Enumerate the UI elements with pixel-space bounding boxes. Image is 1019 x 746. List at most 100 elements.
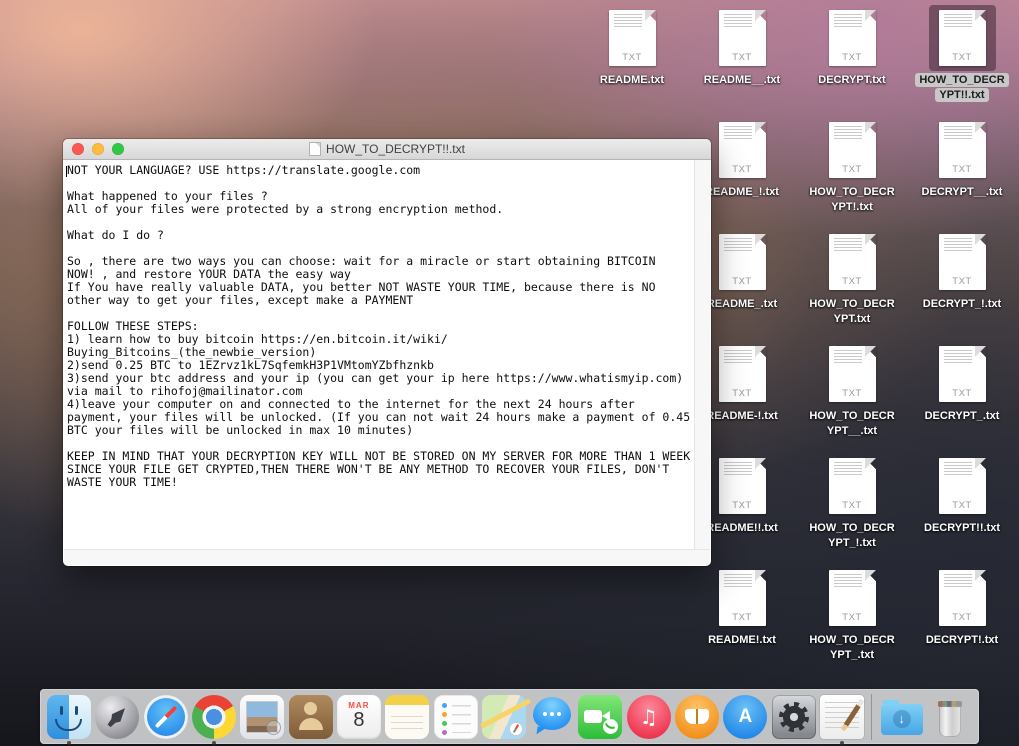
desktop-icon-readme-txt[interactable]: TXT README.txt <box>580 5 684 87</box>
txt-document-icon: TXT <box>719 234 766 290</box>
txt-document-icon: TXT <box>939 234 986 290</box>
file-name-label: DECRYPT.txt <box>800 73 904 87</box>
document-text[interactable]: NOT YOUR LANGUAGE? USE https://translate… <box>64 160 695 489</box>
file-icon-frame: TXT <box>929 229 996 295</box>
file-icon-frame: TXT <box>819 117 886 183</box>
desktop-icon-how-to-decrypt-txt[interactable]: TXT HOW_TO_DECRYPT!!.txt <box>910 5 1014 102</box>
dock-item-chrome[interactable] <box>192 695 236 739</box>
window-title-text: HOW_TO_DECRYPT!!.txt <box>326 142 465 156</box>
file-type-label: TXT <box>939 276 986 287</box>
desktop-icon-readme-txt[interactable]: TXT README!.txt <box>690 565 794 647</box>
calendar-icon: MAR8 <box>337 695 381 739</box>
desktop-icon-decrypt-txt[interactable]: TXT DECRYPT.txt <box>800 5 904 87</box>
file-name-label: DECRYPT!.txt <box>910 633 1014 647</box>
desktop[interactable]: TXT README.txt TXT README__.txt TXT DECR… <box>0 0 1019 746</box>
dock-item-system-preferences[interactable] <box>772 695 816 739</box>
horizontal-scrollbar[interactable] <box>64 549 710 565</box>
desktop-icon-how-to-decrypt-txt[interactable]: TXT HOW_TO_DECRYPT_.txt <box>800 565 904 662</box>
file-name-label: HOW_TO_DECRYPT!.txt <box>800 185 904 214</box>
file-type-label: TXT <box>719 500 766 511</box>
dock-item-safari[interactable] <box>144 695 188 739</box>
dock-item-reminders[interactable] <box>434 695 478 739</box>
file-type-label: TXT <box>609 52 656 63</box>
dock-item-messages[interactable] <box>530 695 574 739</box>
file-icon-frame: TXT <box>709 117 776 183</box>
window-titlebar[interactable]: HOW_TO_DECRYPT!!.txt <box>63 139 711 160</box>
file-name-label: HOW_TO_DECRYPT!!.txt <box>910 73 1014 102</box>
running-indicator <box>212 741 216 745</box>
dock-item-itunes[interactable] <box>627 695 671 739</box>
desktop-icon-how-to-decrypt-txt[interactable]: TXT HOW_TO_DECRYPT_!.txt <box>800 453 904 550</box>
file-icon-frame: TXT <box>819 565 886 631</box>
file-type-label: TXT <box>829 500 876 511</box>
dock-item-notes[interactable] <box>385 695 429 739</box>
file-icon-frame: TXT <box>709 341 776 407</box>
dock-item-ibooks[interactable] <box>675 695 719 739</box>
txt-document-icon: TXT <box>939 10 986 66</box>
reminders-icon <box>434 695 478 739</box>
file-type-label: TXT <box>939 52 986 63</box>
txt-document-icon: TXT <box>829 346 876 402</box>
system-preferences-icon <box>772 695 816 739</box>
file-name-label: DECRYPT_!.txt <box>910 297 1014 311</box>
close-button[interactable] <box>72 143 84 155</box>
running-indicator <box>840 741 844 745</box>
dock-item-maps[interactable] <box>482 695 526 739</box>
calendar-day-text: 8 <box>337 710 381 731</box>
txt-document-icon: TXT <box>719 346 766 402</box>
file-type-label: TXT <box>829 164 876 175</box>
file-type-label: TXT <box>719 164 766 175</box>
desktop-icon-decrypt-txt[interactable]: TXT DECRYPT!!.txt <box>910 453 1014 535</box>
dock-separator <box>871 694 872 740</box>
file-name-label: README__.txt <box>690 73 794 87</box>
file-type-label: TXT <box>829 52 876 63</box>
desktop-icon-how-to-decrypt-txt[interactable]: TXT HOW_TO_DECRYPT.txt <box>800 229 904 326</box>
maps-icon <box>482 695 526 739</box>
file-name-label: HOW_TO_DECRYPT__.txt <box>800 409 904 438</box>
zoom-button[interactable] <box>112 143 124 155</box>
messages-icon <box>530 695 574 739</box>
window-title: HOW_TO_DECRYPT!!.txt <box>309 142 465 156</box>
dock-item-calendar[interactable]: MAR8 <box>337 695 381 739</box>
desktop-icon-decrypt-txt[interactable]: TXT DECRYPT_!.txt <box>910 229 1014 311</box>
dock: MAR8 <box>40 689 979 744</box>
txt-document-icon: TXT <box>939 346 986 402</box>
file-type-label: TXT <box>829 612 876 623</box>
dock-item-trash[interactable] <box>928 695 972 739</box>
minimize-button[interactable] <box>92 143 104 155</box>
dock-item-facetime[interactable] <box>578 695 622 739</box>
file-name-label: DECRYPT__.txt <box>910 185 1014 199</box>
file-icon-frame: TXT <box>929 117 996 183</box>
desktop-icon-decrypt-txt[interactable]: TXT DECRYPT__.txt <box>910 117 1014 199</box>
txt-document-icon: TXT <box>939 570 986 626</box>
text-editor-area[interactable]: NOT YOUR LANGUAGE? USE https://translate… <box>64 160 695 550</box>
dock-item-finder[interactable] <box>47 695 91 739</box>
desktop-icon-how-to-decrypt-txt[interactable]: TXT HOW_TO_DECRYPT!.txt <box>800 117 904 214</box>
desktop-icon-readme-txt[interactable]: TXT README__.txt <box>690 5 794 87</box>
txt-document-icon: TXT <box>829 122 876 178</box>
file-icon-frame: TXT <box>819 453 886 519</box>
file-icon-frame: TXT <box>709 453 776 519</box>
dock-item-textedit[interactable] <box>820 695 864 739</box>
desktop-icon-how-to-decrypt-txt[interactable]: TXT HOW_TO_DECRYPT__.txt <box>800 341 904 438</box>
desktop-icon-decrypt-txt[interactable]: TXT DECRYPT_.txt <box>910 341 1014 423</box>
trash-icon <box>928 695 972 739</box>
file-icon-frame: TXT <box>709 5 776 71</box>
file-icon-frame: TXT <box>709 229 776 295</box>
safari-icon <box>144 695 188 739</box>
txt-document-icon: TXT <box>719 122 766 178</box>
txt-document-icon: TXT <box>719 458 766 514</box>
notes-icon <box>385 695 429 739</box>
dock-item-mail[interactable] <box>240 695 284 739</box>
txt-document-icon: TXT <box>829 570 876 626</box>
dock-item-appstore[interactable] <box>723 695 767 739</box>
vertical-scrollbar[interactable] <box>694 160 710 550</box>
mail-icon <box>240 695 284 739</box>
file-type-label: TXT <box>939 164 986 175</box>
dock-item-launchpad[interactable] <box>95 695 139 739</box>
textedit-window[interactable]: HOW_TO_DECRYPT!!.txt NOT YOUR LANGUAGE? … <box>63 139 711 566</box>
dock-item-downloads[interactable] <box>880 695 924 739</box>
dock-item-contacts[interactable] <box>289 695 333 739</box>
desktop-icon-decrypt-txt[interactable]: TXT DECRYPT!.txt <box>910 565 1014 647</box>
file-type-label: TXT <box>939 388 986 399</box>
